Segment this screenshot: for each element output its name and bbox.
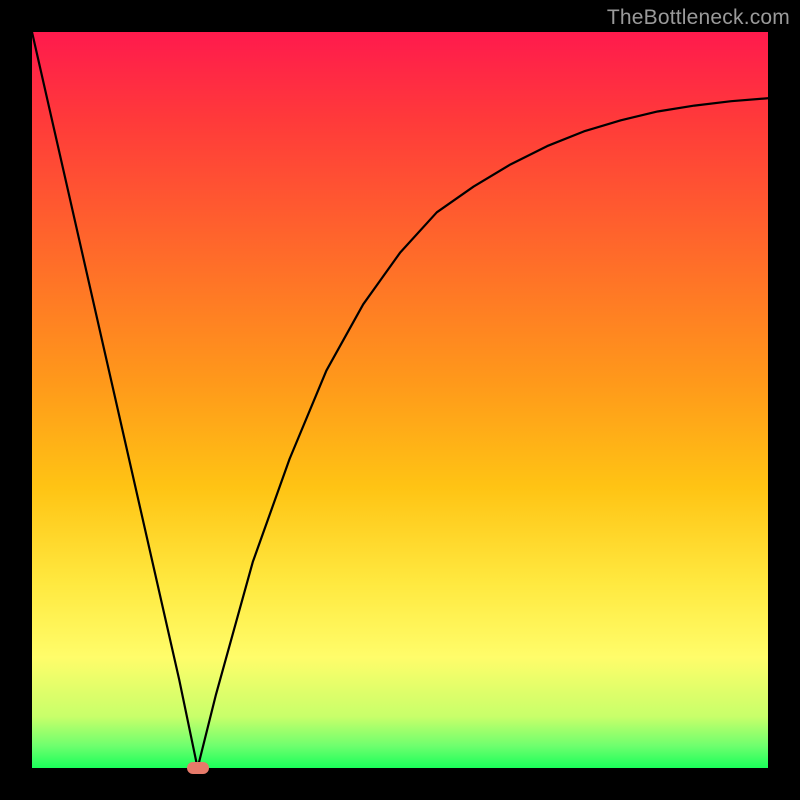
- bottleneck-curve: [32, 32, 768, 768]
- minimum-marker: [187, 762, 209, 774]
- chart-frame: TheBottleneck.com: [0, 0, 800, 800]
- plot-area: [32, 32, 768, 768]
- watermark-text: TheBottleneck.com: [607, 6, 790, 30]
